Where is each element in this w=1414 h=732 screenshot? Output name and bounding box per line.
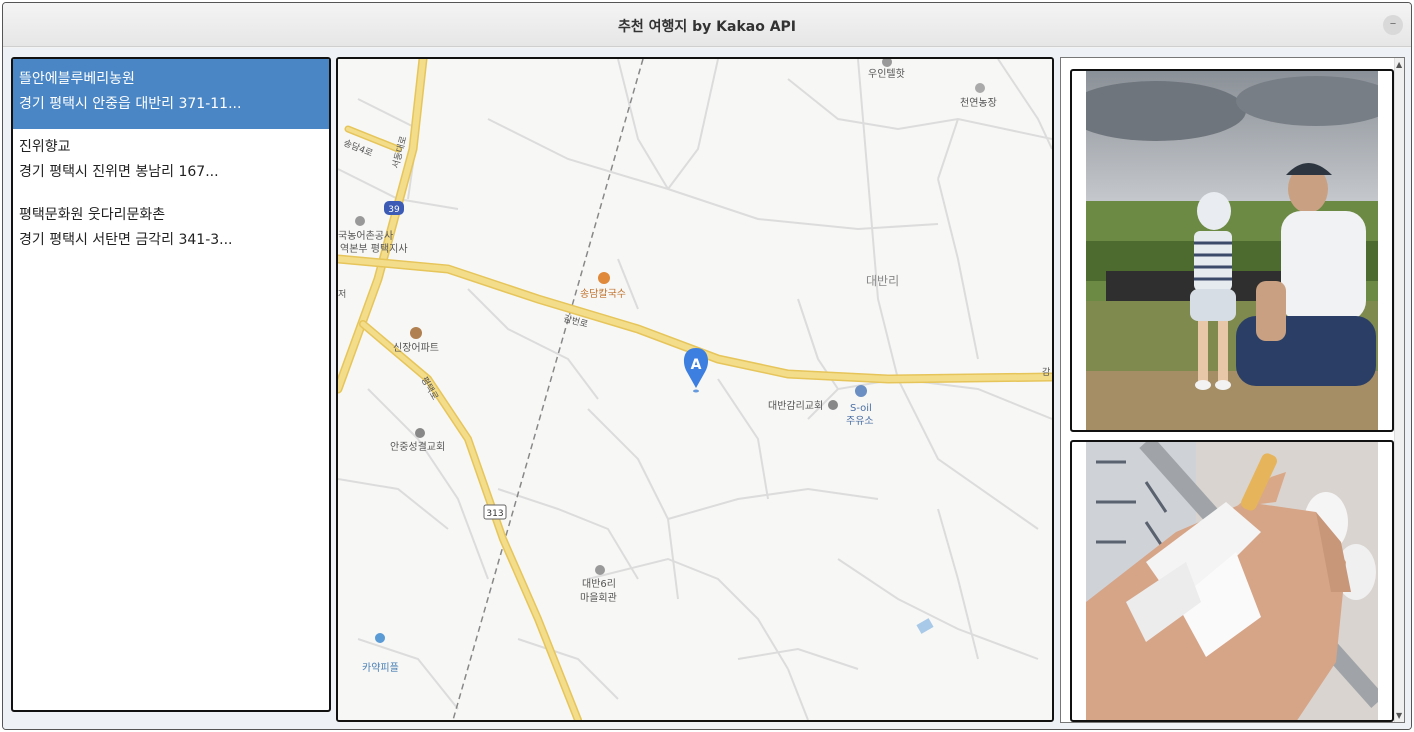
kayak-icon (375, 633, 385, 643)
poi-icon (595, 565, 605, 575)
list-item[interactable]: 진위향교 경기 평택시 진위면 봉남리 167... (13, 127, 329, 197)
church-icon (828, 400, 838, 410)
restaurant-icon (598, 272, 610, 284)
svg-text:A: A (691, 357, 702, 373)
poi-icon (975, 83, 985, 93)
photo-card[interactable] (1070, 440, 1394, 722)
place-name: 평택문화원 웃다리문화촌 (19, 207, 166, 223)
bandaged-hand-photo (1086, 442, 1378, 720)
place-address: 경기 평택시 진위면 봉남리 167... (19, 164, 219, 180)
svg-text:역본부 평택지사: 역본부 평택지사 (340, 243, 408, 255)
svg-text:마을회관: 마을회관 (580, 592, 617, 604)
svg-text:대반6리: 대반6리 (582, 578, 616, 590)
apartment-icon (410, 327, 422, 339)
svg-text:국농어촌공사: 국농어촌공사 (338, 230, 393, 242)
photo-panel: ▲ ▼ (1060, 57, 1405, 723)
photo-card[interactable] (1070, 69, 1394, 432)
route-shield-313: 313 (483, 504, 507, 520)
main-content: 뜰안에블루베리농원 경기 평택시 안중읍 대반리 371-11... 진위향교 … (3, 48, 1411, 729)
church-icon (415, 428, 425, 438)
svg-text:주유소: 주유소 (846, 415, 874, 427)
gas-station-icon (855, 385, 867, 397)
poi-icon (355, 216, 365, 226)
svg-text:313: 313 (486, 509, 503, 519)
svg-text:우인텔핫: 우인텔핫 (868, 68, 905, 80)
svg-text:저: 저 (338, 289, 346, 300)
list-item[interactable]: 뜰안에블루베리농원 경기 평택시 안중읍 대반리 371-11... (13, 59, 329, 129)
svg-text:대반감리교회: 대반감리교회 (768, 400, 823, 412)
svg-text:안중성결교회: 안중성결교회 (390, 441, 445, 453)
svg-text:대반리: 대반리 (866, 274, 899, 288)
place-name: 진위향교 (19, 139, 71, 155)
svg-text:송담칼국수: 송담칼국수 (580, 287, 626, 300)
svg-text:신장어파트: 신장어파트 (393, 342, 439, 354)
place-address: 경기 평택시 안중읍 대반리 371-11... (19, 96, 242, 112)
window-title: 추천 여행지 by Kakao API (617, 19, 797, 35)
svg-text:카약피플: 카약피플 (362, 662, 399, 674)
minimize-button[interactable]: – (1383, 15, 1403, 35)
scroll-up-icon[interactable]: ▲ (1396, 60, 1402, 69)
place-list: 뜰안에블루베리농원 경기 평택시 안중읍 대반리 371-11... 진위향교 … (11, 57, 331, 712)
photo-scrollbar[interactable]: ▲ ▼ (1394, 58, 1404, 722)
svg-text:S-oil: S-oil (850, 403, 872, 414)
scroll-down-icon[interactable]: ▼ (1396, 711, 1402, 720)
place-name: 뜰안에블루베리농원 (19, 71, 135, 87)
app-window: 추천 여행지 by Kakao API – 뜰안에블루베리농원 경기 평택시 안… (2, 2, 1412, 730)
svg-text:천연농장: 천연농장 (960, 97, 997, 109)
title-bar: 추천 여행지 by Kakao API – (3, 3, 1411, 47)
svg-text:감: 감 (1042, 366, 1050, 378)
place-address: 경기 평택시 서탄면 금각리 341-3... (19, 232, 233, 248)
list-item[interactable]: 평택문화원 웃다리문화촌 경기 평택시 서탄면 금각리 341-3... (13, 195, 329, 265)
blueberry-farm-photo (1086, 71, 1378, 430)
map-view[interactable]: 39 313 우인텔핫 천연농장 송담4로 서동대로 국농어촌공사 역본부 평택… (336, 57, 1054, 722)
route-shield-39: 39 (384, 201, 404, 215)
svg-text:39: 39 (388, 205, 400, 215)
map-canvas[interactable]: 39 313 우인텔핫 천연농장 송담4로 서동대로 국농어촌공사 역본부 평택… (338, 59, 1052, 720)
